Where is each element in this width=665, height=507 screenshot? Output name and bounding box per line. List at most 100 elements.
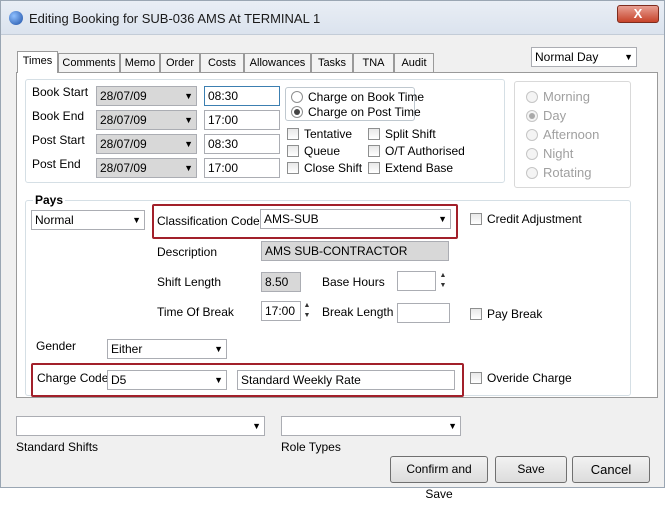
standard-shifts-select[interactable]: ▼ — [16, 416, 265, 436]
credit-adjustment-label: Credit Adjustment — [487, 212, 582, 226]
time-of-break-field[interactable]: 17:00 — [261, 301, 301, 321]
break-length-field[interactable] — [397, 303, 450, 323]
description-label: Description — [157, 245, 218, 259]
cancel-button[interactable]: Cancel — [572, 456, 650, 483]
chevron-down-icon: ▼ — [624, 52, 633, 62]
chevron-down-icon: ▼ — [184, 139, 193, 149]
base-hours-spinner[interactable]: ▲ ▼ — [439, 271, 447, 291]
book-end-time[interactable]: 17:00 — [204, 110, 280, 130]
charge-code-label: Charge Code — [37, 371, 109, 385]
ot-authorised-checkbox[interactable] — [368, 145, 380, 157]
tab-tna[interactable]: TNA — [353, 53, 394, 72]
tab-tasks[interactable]: Tasks — [311, 53, 353, 72]
standard-shifts-label: Standard Shifts — [16, 440, 99, 454]
tab-times[interactable]: Times — [17, 51, 58, 73]
tab-memo[interactable]: Memo — [120, 53, 160, 72]
time-of-break-spinner[interactable]: ▲ ▼ — [303, 301, 311, 321]
classification-code-label: Classification Code — [157, 214, 260, 228]
tab-audit[interactable]: Audit — [394, 53, 434, 72]
morning-radio[interactable] — [526, 91, 538, 103]
gender-select[interactable]: Either ▼ — [107, 339, 227, 359]
queue-label: Queue — [304, 144, 341, 158]
pay-break-label: Pay Break — [487, 307, 543, 321]
post-start-date[interactable]: 28/07/09 ▼ — [96, 134, 197, 154]
base-hours-label: Base Hours — [322, 275, 385, 289]
chevron-down-icon: ▼ — [132, 215, 141, 225]
chevron-down-icon: ▼ — [448, 421, 457, 431]
split-shift-checkbox[interactable] — [368, 128, 380, 140]
override-charge-label: Overide Charge — [487, 371, 572, 385]
day-radio[interactable] — [526, 110, 538, 122]
close-shift-label: Close Shift — [304, 161, 363, 175]
shift-length-label: Shift Length — [157, 275, 222, 289]
title-bar: Editing Booking for SUB-036 AMS At TERMI… — [1, 1, 664, 35]
rotating-radio[interactable] — [526, 167, 538, 179]
booking-window: Editing Booking for SUB-036 AMS At TERMI… — [0, 0, 665, 501]
book-start-date[interactable]: 28/07/09 ▼ — [96, 86, 197, 106]
chevron-down-icon: ▼ — [184, 163, 193, 173]
charge-on-post-time-radio[interactable] — [291, 106, 303, 118]
classification-code-select[interactable]: AMS-SUB ▼ — [260, 209, 451, 229]
post-start-time[interactable]: 08:30 — [204, 134, 280, 154]
post-start-label: Post Start — [32, 133, 85, 147]
pay-type-select[interactable]: Normal ▼ — [31, 210, 145, 230]
description-field[interactable]: AMS SUB-CONTRACTOR — [261, 241, 449, 261]
credit-adjustment-checkbox[interactable] — [470, 213, 482, 225]
charge-on-book-time-radio[interactable] — [291, 91, 303, 103]
post-end-time[interactable]: 17:00 — [204, 158, 280, 178]
tentative-checkbox[interactable] — [287, 128, 299, 140]
chevron-down-icon: ▼ — [214, 375, 223, 385]
pay-break-checkbox[interactable] — [470, 308, 482, 320]
role-types-label: Role Types — [281, 440, 341, 454]
rotating-label: Rotating — [543, 165, 592, 180]
tab-allowances[interactable]: Allowances — [244, 53, 311, 72]
afternoon-label: Afternoon — [543, 127, 600, 142]
book-end-label: Book End — [32, 109, 85, 123]
close-shift-checkbox[interactable] — [287, 162, 299, 174]
afternoon-radio[interactable] — [526, 129, 538, 141]
tab-order[interactable]: Order — [160, 53, 200, 72]
day-label: Day — [543, 108, 567, 123]
role-types-select[interactable]: ▼ — [281, 416, 461, 436]
chevron-down-icon: ▼ — [252, 421, 261, 431]
close-button[interactable]: X — [617, 5, 659, 23]
tab-costs[interactable]: Costs — [200, 53, 244, 72]
night-radio[interactable] — [526, 148, 538, 160]
morning-label: Morning — [543, 89, 590, 104]
split-shift-label: Split Shift — [385, 127, 436, 141]
post-end-date[interactable]: 28/07/09 ▼ — [96, 158, 197, 178]
chevron-down-icon: ▼ — [438, 214, 447, 224]
queue-checkbox[interactable] — [287, 145, 299, 157]
book-start-label: Book Start — [32, 85, 89, 99]
book-start-time[interactable]: 08:30 — [204, 86, 280, 106]
extend-base-checkbox[interactable] — [368, 162, 380, 174]
pays-heading: Pays — [33, 193, 66, 207]
window-title: Editing Booking for SUB-036 AMS At TERMI… — [29, 11, 321, 26]
spin-up-icon: ▲ — [439, 272, 447, 279]
tab-comments[interactable]: Comments — [58, 53, 120, 72]
spin-down-icon: ▼ — [303, 312, 311, 319]
day-type-select[interactable]: Normal Day ▼ — [531, 47, 637, 67]
book-end-date[interactable]: 28/07/09 ▼ — [96, 110, 197, 130]
spin-up-icon: ▲ — [303, 302, 311, 309]
break-length-label: Break Length — [322, 305, 394, 319]
tentative-label: Tentative — [304, 127, 353, 141]
gender-label: Gender — [36, 339, 77, 353]
confirm-and-save-button[interactable]: Confirm and Save — [390, 456, 488, 501]
save-button[interactable]: Save — [495, 456, 567, 483]
time-of-break-label: Time Of Break — [157, 305, 234, 319]
charge-on-book-time-label: Charge on Book Time — [308, 90, 425, 104]
charge-description-field[interactable]: Standard Weekly Rate — [237, 370, 455, 390]
post-end-label: Post End — [32, 157, 81, 171]
night-label: Night — [543, 146, 574, 161]
charge-code-select[interactable]: D5 ▼ — [107, 370, 227, 390]
extend-base-label: Extend Base — [385, 161, 454, 175]
override-charge-checkbox[interactable] — [470, 372, 482, 384]
shift-length-field[interactable]: 8.50 — [261, 272, 301, 292]
base-hours-field[interactable] — [397, 271, 436, 291]
app-icon — [9, 11, 23, 25]
charge-on-post-time-label: Charge on Post Time — [308, 105, 421, 119]
close-icon: X — [633, 6, 643, 21]
chevron-down-icon: ▼ — [184, 115, 193, 125]
chevron-down-icon: ▼ — [214, 344, 223, 354]
